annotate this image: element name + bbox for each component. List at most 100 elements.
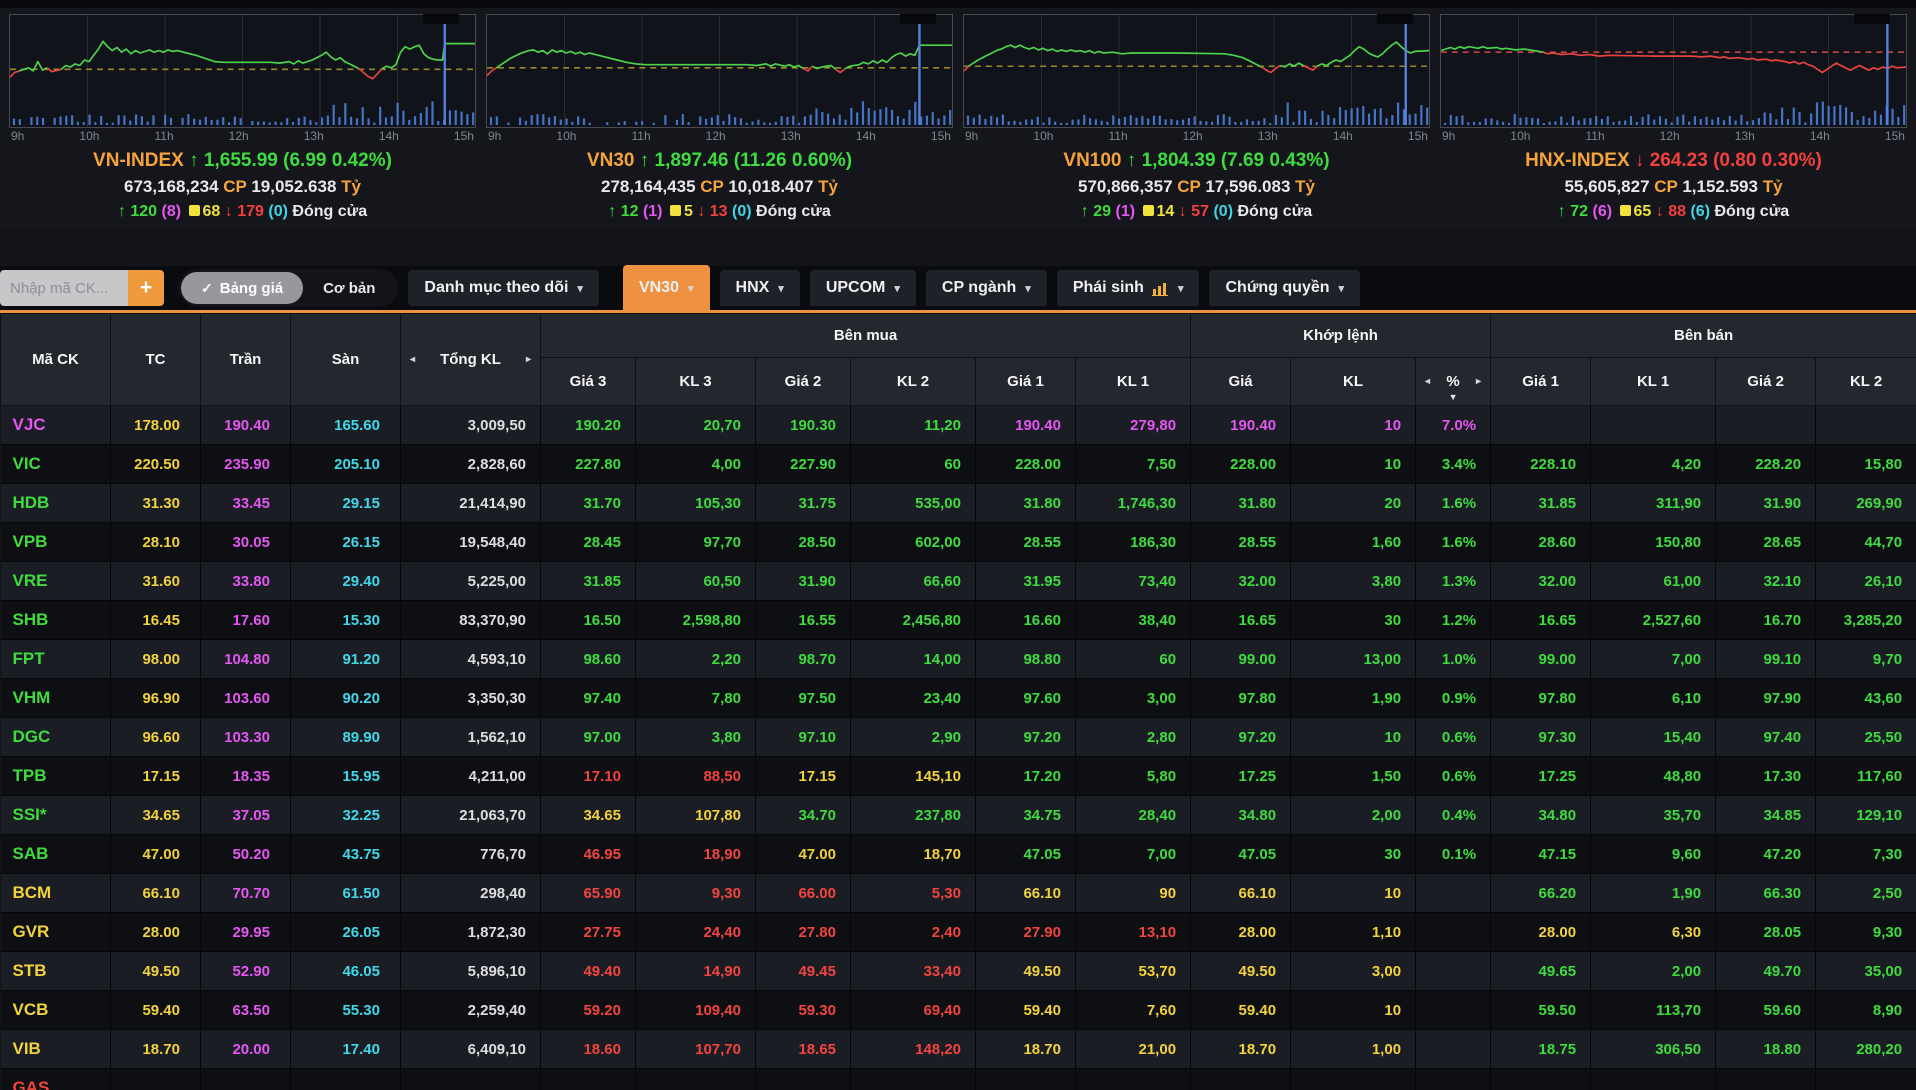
- ask-vol2-cell: 25,50: [1816, 718, 1916, 757]
- table-row[interactable]: VRE31.6033.8029.405,225,0031.8560,5031.9…: [1, 562, 1916, 601]
- ticker-cell: TPB: [1, 757, 111, 796]
- chart-menu-notch[interactable]: [423, 14, 459, 24]
- matched-price-cell: 190.40: [1191, 406, 1291, 445]
- col-bid-vol3[interactable]: KL 3: [636, 358, 756, 406]
- ask-vol2-cell: 2,50: [1816, 874, 1916, 913]
- sparkline-chart[interactable]: [1440, 14, 1907, 128]
- floor-price-cell: [291, 1069, 401, 1090]
- sparkline-chart[interactable]: [486, 14, 953, 128]
- percent-change-cell: 1.2%: [1416, 601, 1491, 640]
- col-matched-vol[interactable]: KL: [1291, 358, 1416, 406]
- chart-menu-notch[interactable]: [1377, 14, 1413, 24]
- time-tick: 14h: [856, 129, 876, 143]
- col-ask-price1[interactable]: Giá 1: [1491, 358, 1591, 406]
- bid-vol3-cell: 7,80: [636, 679, 756, 718]
- chevron-down-icon: ▾: [1025, 282, 1031, 295]
- col-percent-sort[interactable]: ◂ % ▸ ▼: [1416, 358, 1491, 406]
- index-stats: VN-INDEX ↑ 1,655.99 (6.99 0.42%) 673,168…: [9, 148, 476, 228]
- table-row[interactable]: VCB59.4063.5055.302,259,4059.20109,4059.…: [1, 991, 1916, 1030]
- market-tab[interactable]: Chứng quyền ▾: [1209, 270, 1360, 306]
- table-row[interactable]: GVR28.0029.9526.051,872,3027.7524,4027.8…: [1, 913, 1916, 952]
- table-row[interactable]: BCM66.1070.7061.50298,4065.909,3066.005,…: [1, 874, 1916, 913]
- market-tab[interactable]: HNX ▾: [720, 270, 800, 306]
- search-input[interactable]: [0, 270, 128, 306]
- decliners-count: 13: [710, 203, 728, 220]
- table-row[interactable]: SSI*34.6537.0532.2521,063,7034.65107,803…: [1, 796, 1916, 835]
- chart-menu-notch[interactable]: [1854, 14, 1890, 24]
- col-bid-vol2[interactable]: KL 2: [851, 358, 976, 406]
- col-bid-price1[interactable]: Giá 1: [976, 358, 1076, 406]
- watchlist-dropdown[interactable]: Danh mục theo dõi ▾: [408, 270, 599, 306]
- view-tab-active[interactable]: ✓Bảng giá: [181, 272, 303, 304]
- table-row[interactable]: VIC220.50235.90205.102,828,60227.804,002…: [1, 445, 1916, 484]
- ask-vol1-cell: 306,50: [1591, 1030, 1716, 1069]
- col-ask-vol2[interactable]: KL 2: [1816, 358, 1916, 406]
- ceiling-price-cell: 63.50: [201, 991, 291, 1030]
- table-row[interactable]: HDB31.3033.4529.1521,414,9031.70105,3031…: [1, 484, 1916, 523]
- unchanged-count: 5: [684, 203, 693, 220]
- ticker-search: +: [0, 270, 164, 306]
- bid-vol1-cell: 186,30: [1076, 523, 1191, 562]
- chevron-down-icon: ▾: [577, 282, 583, 295]
- col-matched-price[interactable]: Giá: [1191, 358, 1291, 406]
- view-tab-inactive[interactable]: Cơ bản: [303, 272, 395, 304]
- percent-change-cell: 0.1%: [1416, 835, 1491, 874]
- sparkline-chart[interactable]: [963, 14, 1430, 128]
- col-ask-price2[interactable]: Giá 2: [1716, 358, 1816, 406]
- market-tab[interactable]: CP ngành ▾: [926, 270, 1047, 306]
- floor-price-cell: 15.95: [291, 757, 401, 796]
- col-total-volume[interactable]: ◂ Tổng KL ▸: [401, 314, 541, 406]
- matched-price-cell: 49.50: [1191, 952, 1291, 991]
- table-row[interactable]: GAS: [1, 1069, 1916, 1090]
- left-arrow-icon[interactable]: ◂: [1425, 376, 1430, 387]
- bid-vol2-cell: 237,80: [851, 796, 976, 835]
- index-shares: 55,605,827: [1564, 177, 1649, 196]
- col-ticker[interactable]: Mã CK: [1, 314, 111, 406]
- col-ask-vol1[interactable]: KL 1: [1591, 358, 1716, 406]
- down-arrow-icon: ↓: [697, 203, 709, 220]
- bid-price2-cell: 28.50: [756, 523, 851, 562]
- ask-price2-cell: 28.05: [1716, 913, 1816, 952]
- table-row[interactable]: SHB16.4517.6015.3083,370,9016.502,598,80…: [1, 601, 1916, 640]
- ask-vol1-cell: 2,00: [1591, 952, 1716, 991]
- table-row[interactable]: VJC178.00190.40165.603,009,50190.2020,70…: [1, 406, 1916, 445]
- col-bid-vol1[interactable]: KL 1: [1076, 358, 1191, 406]
- col-bid-price3[interactable]: Giá 3: [541, 358, 636, 406]
- left-arrow-icon[interactable]: ◂: [410, 354, 415, 365]
- market-tab[interactable]: UPCOM ▾: [810, 270, 916, 306]
- col-bid-price2[interactable]: Giá 2: [756, 358, 851, 406]
- ceiling-price-cell: 235.90: [201, 445, 291, 484]
- table-row[interactable]: VPB28.1030.0526.1519,548,4028.4597,7028.…: [1, 523, 1916, 562]
- ceiling-count: (1): [643, 203, 663, 220]
- matched-price-cell: 99.00: [1191, 640, 1291, 679]
- index-charts-row: 9h10h11h12h13h14h15h VN-INDEX ↑ 1,655.99…: [0, 8, 1916, 228]
- market-tab[interactable]: VN30 ▾: [623, 265, 710, 312]
- advancers-count: 120: [130, 203, 157, 220]
- bid-price2-cell: 59.30: [756, 991, 851, 1030]
- index-value: 1,897.46: [655, 150, 729, 171]
- table-row[interactable]: VIB18.7020.0017.406,409,1018.60107,7018.…: [1, 1030, 1916, 1069]
- ceiling-price-cell: 70.70: [201, 874, 291, 913]
- reference-price-cell: 96.90: [111, 679, 201, 718]
- total-volume-cell: 19,548,40: [401, 523, 541, 562]
- market-tab[interactable]: Phái sinh ▾: [1057, 270, 1200, 306]
- table-row[interactable]: STB49.5052.9046.055,896,1049.4014,9049.4…: [1, 952, 1916, 991]
- ceiling-price-cell: 37.05: [201, 796, 291, 835]
- time-tick: 11h: [1108, 129, 1127, 143]
- floor-price-cell: 91.20: [291, 640, 401, 679]
- col-ceiling[interactable]: Trần: [201, 314, 291, 406]
- table-row[interactable]: SAB47.0050.2043.75776,7046.9518,9047.001…: [1, 835, 1916, 874]
- table-row[interactable]: FPT98.00104.8091.204,593,1098.602,2098.7…: [1, 640, 1916, 679]
- col-floor[interactable]: Sàn: [291, 314, 401, 406]
- table-row[interactable]: VHM96.90103.6090.203,350,3097.407,8097.5…: [1, 679, 1916, 718]
- table-row[interactable]: TPB17.1518.3515.954,211,0017.1088,5017.1…: [1, 757, 1916, 796]
- add-ticker-button[interactable]: +: [128, 270, 164, 306]
- sparkline-chart[interactable]: [9, 14, 476, 128]
- right-arrow-icon[interactable]: ▸: [526, 354, 531, 365]
- col-reference[interactable]: TC: [111, 314, 201, 406]
- right-arrow-icon[interactable]: ▸: [1476, 376, 1481, 387]
- table-row[interactable]: DGC96.60103.3089.901,562,1097.003,8097.1…: [1, 718, 1916, 757]
- matched-vol-cell: 1,00: [1291, 1030, 1416, 1069]
- chart-menu-notch[interactable]: [900, 14, 936, 24]
- ticker-cell: VCB: [1, 991, 111, 1030]
